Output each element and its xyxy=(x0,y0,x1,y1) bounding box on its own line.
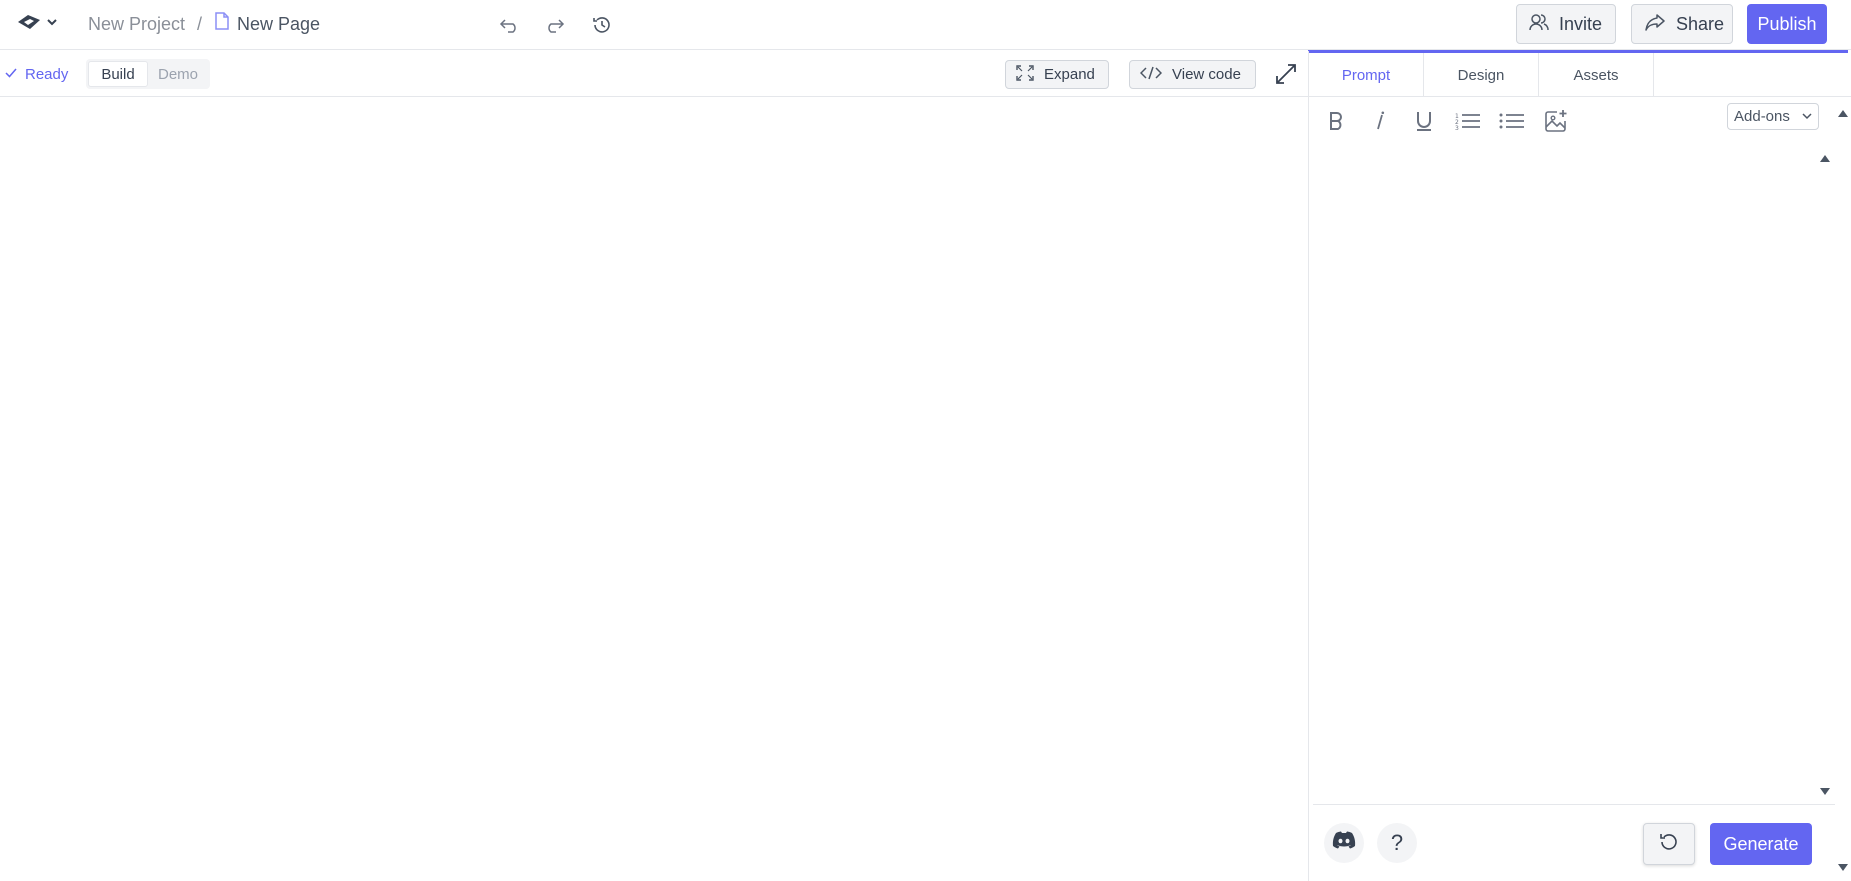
generate-button[interactable]: Generate xyxy=(1710,823,1812,865)
ordered-list-icon[interactable]: 123 xyxy=(1455,107,1481,135)
add-image-icon[interactable] xyxy=(1543,107,1569,135)
check-icon xyxy=(5,66,17,83)
addons-dropdown[interactable]: Add-ons xyxy=(1727,103,1819,130)
tab-assets[interactable]: Assets xyxy=(1539,53,1654,97)
breadcrumb-page-label: New Page xyxy=(237,14,321,34)
panel-footer-divider xyxy=(1313,804,1835,805)
view-code-button[interactable]: View code xyxy=(1129,60,1256,89)
invite-button[interactable]: Invite xyxy=(1516,4,1616,44)
expand-label: Expand xyxy=(1044,66,1095,83)
discord-icon xyxy=(1331,830,1357,856)
code-icon xyxy=(1139,66,1163,84)
breadcrumb-project[interactable]: New Project xyxy=(88,12,185,36)
top-bar: New Project / New Page Invite Share Publ… xyxy=(0,0,1851,50)
mode-build-button[interactable]: Build xyxy=(88,61,148,87)
logo-menu[interactable] xyxy=(16,12,58,36)
share-icon xyxy=(1644,13,1666,36)
breadcrumb-page[interactable]: New Page xyxy=(215,12,320,36)
canvas-toolbar: Ready Build Demo Expand View code xyxy=(0,51,1308,97)
preview-canvas[interactable] xyxy=(0,98,1308,881)
italic-icon[interactable] xyxy=(1367,107,1393,135)
scroll-up-arrow[interactable] xyxy=(1837,106,1849,118)
history-icon[interactable] xyxy=(589,12,615,38)
svg-text:3: 3 xyxy=(1455,125,1459,131)
breadcrumb-separator: / xyxy=(197,14,203,34)
invite-label: Invite xyxy=(1559,13,1603,34)
prompt-editor[interactable] xyxy=(1315,147,1823,801)
mode-demo-button[interactable]: Demo xyxy=(148,61,208,87)
chevron-down-icon xyxy=(46,15,58,33)
tab-prompt[interactable]: Prompt xyxy=(1309,53,1424,97)
chevron-down-icon xyxy=(1802,108,1812,125)
share-label: Share xyxy=(1676,13,1725,34)
panel-tabs: Prompt Design Assets xyxy=(1309,53,1851,97)
users-icon xyxy=(1529,13,1549,36)
status-label: Ready xyxy=(25,65,69,83)
editor-scroll-up-arrow[interactable] xyxy=(1819,151,1831,163)
expand-icon xyxy=(1016,64,1034,85)
side-panel: Prompt Design Assets 123 Add-ons ? Gener… xyxy=(1308,51,1851,881)
share-button[interactable]: Share xyxy=(1631,4,1733,44)
scroll-down-arrow[interactable] xyxy=(1837,861,1849,873)
help-button[interactable]: ? xyxy=(1377,823,1417,863)
file-icon xyxy=(215,12,229,36)
bullet-list-icon[interactable] xyxy=(1499,107,1525,135)
publish-button[interactable]: Publish xyxy=(1747,4,1827,44)
bold-icon[interactable] xyxy=(1323,107,1349,135)
formatting-toolbar: 123 xyxy=(1323,107,1569,135)
tab-design[interactable]: Design xyxy=(1424,53,1539,97)
undo-icon[interactable] xyxy=(497,12,523,38)
logo-icon xyxy=(16,13,42,36)
addons-label: Add-ons xyxy=(1734,108,1790,125)
mode-toggle: Build Demo xyxy=(86,59,210,89)
redo-icon[interactable] xyxy=(541,12,567,38)
reset-icon xyxy=(1658,831,1680,858)
expand-button[interactable]: Expand xyxy=(1005,60,1109,89)
view-code-label: View code xyxy=(1172,66,1241,83)
underline-icon[interactable] xyxy=(1411,107,1437,135)
editor-scroll-down-arrow[interactable] xyxy=(1819,785,1831,797)
status-indicator: Ready xyxy=(5,63,68,85)
reset-button[interactable] xyxy=(1643,823,1695,865)
discord-button[interactable] xyxy=(1324,823,1364,863)
arrows-expand-icon[interactable] xyxy=(1272,60,1300,88)
